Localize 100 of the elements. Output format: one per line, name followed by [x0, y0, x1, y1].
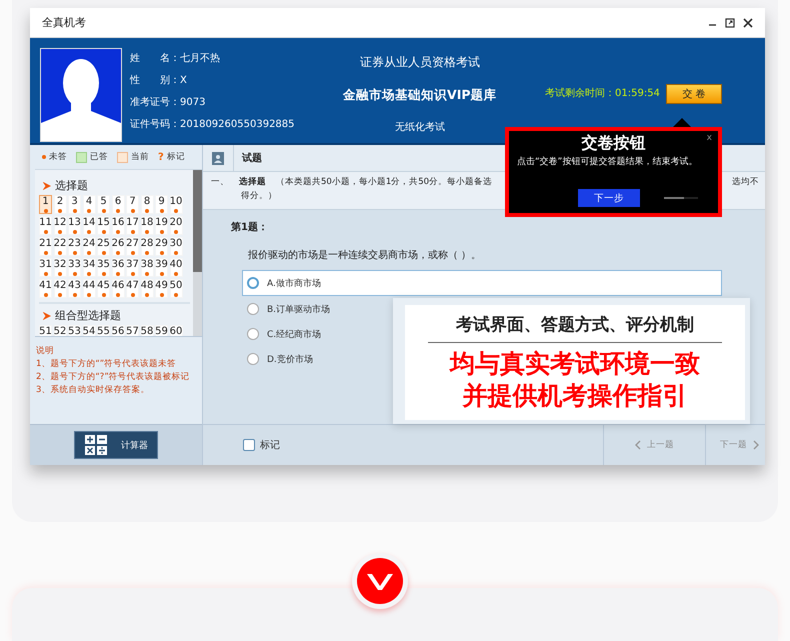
- question-number-button[interactable]: 49: [155, 279, 168, 298]
- question-number-button[interactable]: 8: [140, 195, 154, 214]
- unanswered-dot-icon: [42, 155, 46, 159]
- question-number-button[interactable]: 3: [68, 195, 81, 214]
- question-number-button[interactable]: 32: [54, 258, 66, 277]
- section-description-line: 得分。）: [241, 190, 277, 202]
- question-number-button[interactable]: 30: [170, 237, 182, 256]
- next-step-button[interactable]: 下一步: [578, 189, 640, 207]
- question-number-button[interactable]: 33: [68, 258, 81, 277]
- question-number-button[interactable]: 4: [82, 195, 96, 214]
- option-label: D.竞价市场: [267, 354, 313, 366]
- question-number-button[interactable]: 26: [112, 237, 124, 256]
- question-number-button[interactable]: 50: [170, 279, 182, 298]
- question-number-button[interactable]: 14: [82, 216, 96, 235]
- question-number-button[interactable]: 12: [54, 216, 66, 235]
- question-number-button[interactable]: 13: [68, 216, 81, 235]
- close-icon[interactable]: [743, 18, 753, 28]
- question-number-button[interactable]: 10: [170, 195, 182, 214]
- option-label: B.订单驱动市场: [267, 304, 330, 316]
- answer-option[interactable]: D.竞价市场: [242, 347, 318, 371]
- radio-button[interactable]: [247, 353, 259, 365]
- question-number-button[interactable]: 45: [97, 279, 110, 298]
- question-title: 第1题：: [231, 220, 269, 234]
- question-number-button[interactable]: 35: [97, 258, 110, 277]
- panel-title: 试题: [242, 152, 262, 165]
- promo-subtitle: 考试界面、答题方式、评分机制: [456, 314, 694, 336]
- question-number-button[interactable]: 17: [126, 216, 139, 235]
- popup-close[interactable]: x: [706, 133, 712, 143]
- question-number-button[interactable]: 52: [54, 325, 66, 336]
- question-number-button[interactable]: 56: [112, 325, 124, 336]
- question-number-button[interactable]: 48: [140, 279, 154, 298]
- mark-checkbox[interactable]: 标记: [243, 438, 280, 452]
- question-number-button[interactable]: 55: [97, 325, 110, 336]
- question-number-button[interactable]: 41: [39, 279, 52, 298]
- question-number-button[interactable]: 38: [140, 258, 154, 277]
- question-number-button[interactable]: 51: [39, 325, 52, 336]
- question-number-button[interactable]: 60: [170, 325, 182, 336]
- section-description: （本类题共50小题，每小题1分，共50分。每小题备选: [276, 176, 492, 188]
- question-number-button[interactable]: 24: [82, 237, 96, 256]
- candidate-info: 证件号码：201809260550392885: [130, 118, 295, 132]
- note-line: 1、题号下方的“”符号代表该题未答: [36, 358, 178, 370]
- question-number-button[interactable]: 6: [112, 195, 124, 214]
- question-number-button[interactable]: 21: [39, 237, 52, 256]
- checkbox[interactable]: [243, 439, 255, 451]
- radio-button[interactable]: [247, 277, 259, 289]
- note-line: 2、题号下方的“?”符号代表该题被标记: [36, 371, 191, 383]
- question-number-button[interactable]: 31: [39, 258, 52, 277]
- question-number-button[interactable]: 43: [68, 279, 81, 298]
- question-number-button[interactable]: 34: [82, 258, 96, 277]
- question-number-button[interactable]: 58: [140, 325, 154, 336]
- question-number-button[interactable]: 46: [112, 279, 124, 298]
- question-number-button[interactable]: 22: [54, 237, 66, 256]
- question-number-button[interactable]: 53: [68, 325, 81, 336]
- scrollbar[interactable]: [193, 170, 202, 336]
- calculator-button[interactable]: 计算器: [74, 431, 158, 459]
- question-stem: 报价驱动的市场是一种连续交易商市场，或称（ ）。: [248, 248, 482, 262]
- question-number-button[interactable]: 40: [170, 258, 182, 277]
- submit-button[interactable]: 交 卷: [666, 84, 722, 104]
- question-mark-symbol: ?: [158, 152, 164, 162]
- question-number-button[interactable]: 9: [155, 195, 168, 214]
- radio-button[interactable]: [247, 328, 259, 340]
- candidate-info: 姓 名：七月不热: [130, 52, 221, 66]
- question-number-button[interactable]: 47: [126, 279, 139, 298]
- radio-button[interactable]: [247, 303, 259, 315]
- question-number-button[interactable]: 59: [155, 325, 168, 336]
- question-number-button[interactable]: 39: [155, 258, 168, 277]
- question-number-button[interactable]: 11: [39, 216, 52, 235]
- maximize-icon[interactable]: [725, 18, 735, 28]
- question-number-button[interactable]: 28: [140, 237, 154, 256]
- remaining-time: 考试剩余时间：01:59:54: [545, 86, 660, 101]
- answer-option[interactable]: B.订单驱动市场: [242, 297, 336, 321]
- question-number-button[interactable]: 37: [126, 258, 139, 277]
- question-number-button[interactable]: 27: [126, 237, 139, 256]
- question-number-button[interactable]: 18: [140, 216, 154, 235]
- section-number: 一、: [211, 176, 229, 188]
- candidate-info: 准考证号：9073: [130, 96, 206, 110]
- question-number-button[interactable]: 20: [170, 216, 182, 235]
- legend-label: 未答: [49, 151, 67, 163]
- question-number-button[interactable]: 25: [97, 237, 110, 256]
- exam-subject: 金融市场基础知识VIP题库: [343, 87, 497, 104]
- question-number-button[interactable]: 29: [155, 237, 168, 256]
- question-number-button[interactable]: 36: [112, 258, 124, 277]
- question-number-button[interactable]: 19: [155, 216, 168, 235]
- question-number-button[interactable]: 57: [126, 325, 139, 336]
- question-number-button[interactable]: 23: [68, 237, 81, 256]
- answer-option[interactable]: C.经纪商市场: [242, 322, 326, 346]
- answered-square-icon: [76, 152, 87, 162]
- question-number-button[interactable]: 54: [82, 325, 96, 336]
- question-number-button[interactable]: 16: [112, 216, 124, 235]
- legend-label: 已答: [90, 151, 108, 163]
- section-name: 选择题: [239, 176, 266, 188]
- question-number-button[interactable]: 44: [82, 279, 96, 298]
- question-number-button[interactable]: 5: [97, 195, 110, 214]
- question-number-button[interactable]: 7: [126, 195, 139, 214]
- question-number-button[interactable]: 42: [54, 279, 66, 298]
- answer-option[interactable]: A.做市商市场: [242, 270, 722, 296]
- question-number-button[interactable]: 2: [54, 195, 66, 214]
- question-number-button[interactable]: 1: [39, 195, 52, 214]
- current-square-icon: [117, 152, 128, 162]
- question-number-button[interactable]: 15: [97, 216, 110, 235]
